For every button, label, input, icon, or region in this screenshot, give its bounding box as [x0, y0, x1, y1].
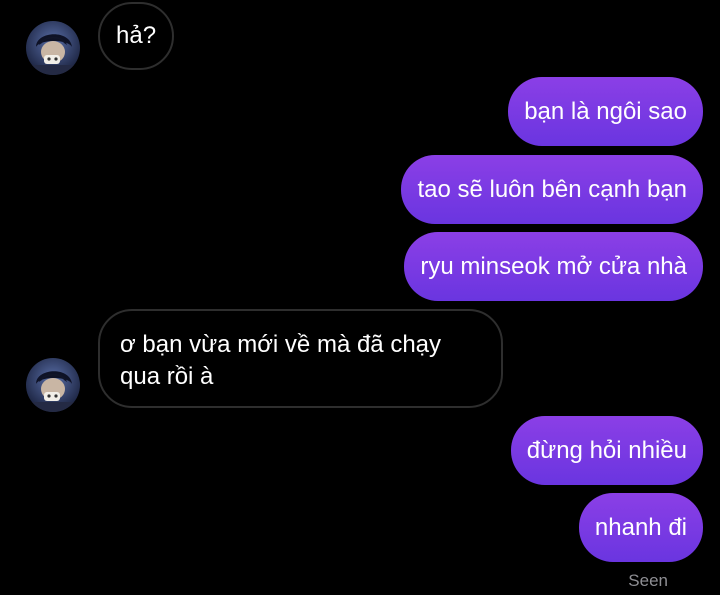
avatar-image: [26, 21, 80, 75]
message-text: tao sẽ luôn bên cạnh bạn: [417, 175, 687, 203]
seen-status: Seen: [628, 571, 668, 590]
message-bubble-outgoing[interactable]: bạn là ngôi sao: [508, 77, 703, 146]
message-bubble-outgoing[interactable]: đừng hỏi nhiều: [510, 416, 703, 485]
message-bubble-outgoing[interactable]: nhanh đi: [578, 493, 703, 562]
message-bubble-incoming[interactable]: hả?: [98, 2, 175, 70]
message-text: ryu minseok mở cửa nhà: [420, 252, 687, 280]
message-text: nhanh đi: [594, 513, 687, 541]
message-text: hả?: [116, 22, 157, 49]
contact-avatar[interactable]: [26, 21, 80, 75]
message-text: đừng hỏi nhiều: [526, 436, 687, 464]
contact-avatar[interactable]: [26, 358, 80, 412]
message-text: ơ bạn vừa mới về mà đã chạy qua rồi à: [120, 331, 442, 390]
avatar-image: [26, 358, 80, 412]
message-bubble-outgoing[interactable]: tao sẽ luôn bên cạnh bạn: [401, 155, 703, 224]
message-bubble-outgoing[interactable]: ryu minseok mở cửa nhà: [404, 232, 703, 301]
message-bubble-incoming[interactable]: ơ bạn vừa mới về mà đã chạy qua rồi à: [98, 309, 503, 408]
message-text: bạn là ngôi sao: [524, 97, 687, 125]
